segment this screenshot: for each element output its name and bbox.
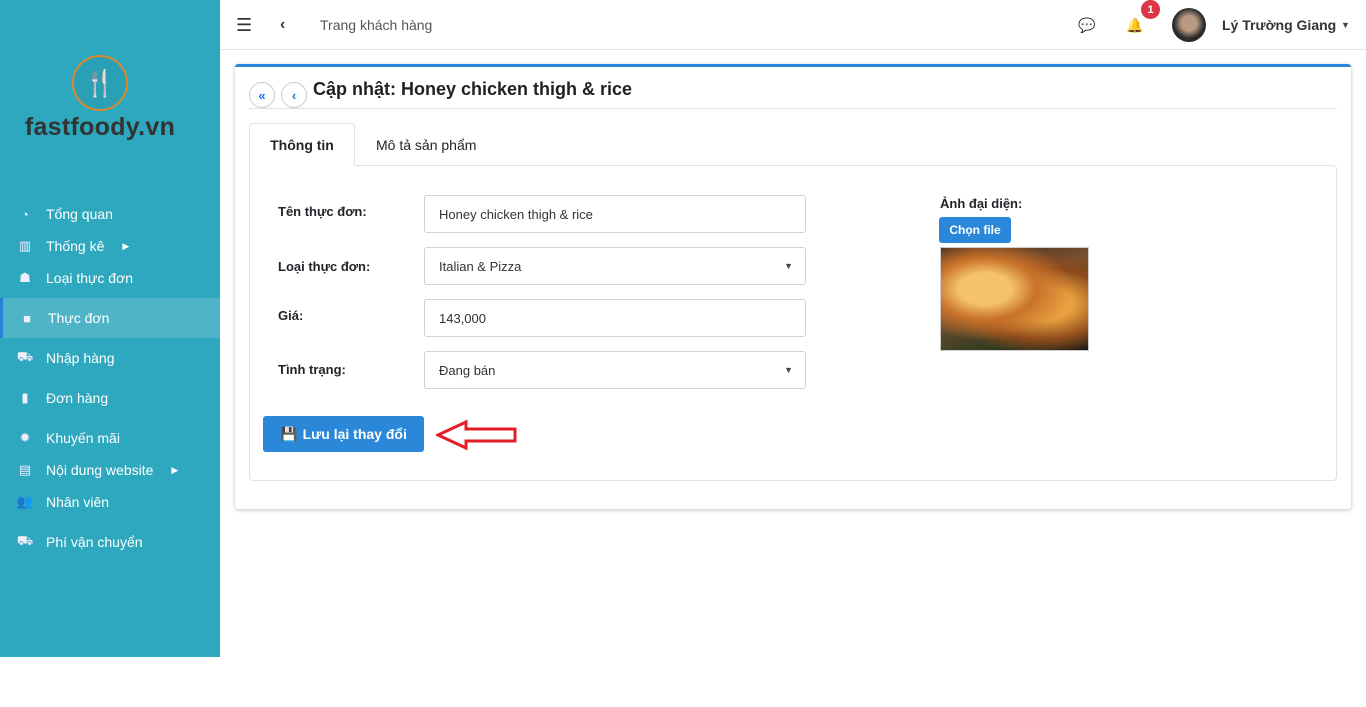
hamburger-menu-icon[interactable]: ☰ <box>236 0 252 50</box>
user-name[interactable]: Lý Trường Giang <box>1222 0 1336 50</box>
sidebar: 🍴 fastfoody.vn ◔ Tổng quan ▥ Thống kê ▶ ☗ Lo… <box>0 0 220 657</box>
sidebar-item-label: Loại thực đơn <box>46 270 134 286</box>
back-button[interactable]: ‹ <box>281 82 307 108</box>
product-image <box>940 247 1089 351</box>
sidebar-item-label: Nhập hàng <box>46 350 115 366</box>
name-value: Honey chicken thigh & rice <box>439 206 593 222</box>
category-select[interactable]: Italian & Pizza ▼ <box>424 247 806 285</box>
page-title: Cập nhật: Honey chicken thigh & rice <box>313 79 633 99</box>
tab-mo-ta-san-pham[interactable]: Mô tả sản phẩm <box>356 123 496 166</box>
choose-file-button[interactable]: Chọn file <box>939 217 1011 243</box>
price-value: 143,000 <box>439 310 486 326</box>
save-label: Lưu lại thay đổi <box>302 426 407 442</box>
edit-card: « ‹ Cập nhật: Honey chicken thigh & rice… <box>235 64 1351 509</box>
image-label: Ảnh đại diện: <box>940 196 1023 211</box>
brand-name: fastfoody.vn <box>24 113 176 141</box>
clipboard-icon: ▮ <box>21 390 29 405</box>
dolly-icon: ⛟ <box>16 349 34 364</box>
notification-badge: 1 <box>1141 0 1160 19</box>
customer-page-link[interactable]: Trang khách hàng <box>320 0 432 50</box>
floppy-disk-icon: 💾 <box>280 425 298 442</box>
status-select[interactable]: Đang bán ▼ <box>424 351 806 389</box>
caret-right-icon: ▶ <box>122 240 130 251</box>
back-chevron-icon[interactable]: ‹ <box>280 0 285 50</box>
sidebar-item-label: Thực đơn <box>48 310 110 326</box>
name-label: Tên thực đơn: <box>278 204 367 219</box>
price-input[interactable]: 143,000 <box>424 299 806 337</box>
chart-bar-icon: ▥ <box>18 238 32 253</box>
price-label: Giá: <box>278 308 304 323</box>
sidebar-item-label: Phí vận chuyển <box>46 534 143 550</box>
certificate-icon: ✹ <box>19 430 31 445</box>
chef-hat-icon: 🍴 <box>72 55 128 111</box>
sidebar-item-loai-thuc-don[interactable]: ☗ Loại thực đơn <box>0 258 220 298</box>
avatar[interactable] <box>1172 8 1206 42</box>
sidebar-item-phi-van-chuyen[interactable]: ⛟ Phí vận chuyển <box>0 522 220 562</box>
status-label: Tình trạng: <box>278 362 346 377</box>
newspaper-icon: ▤ <box>18 462 32 477</box>
sidebar-item-thuc-don[interactable]: ■ Thực đơn <box>0 298 220 338</box>
sidebar-item-nhan-vien[interactable]: 👥 Nhân viên <box>0 482 220 522</box>
sidebar-item-label: Khuyến mãi <box>46 430 120 446</box>
save-button[interactable]: 💾 Lưu lại thay đổi <box>263 416 424 452</box>
tab-thong-tin[interactable]: Thông tin <box>249 123 355 166</box>
sitemap-icon: ☗ <box>19 270 31 285</box>
sidebar-item-label: Tổng quan <box>46 206 113 222</box>
tab-content: Tên thực đơn: Honey chicken thigh & rice… <box>249 165 1337 481</box>
brand-logo[interactable]: 🍴 fastfoody.vn <box>20 55 180 142</box>
sidebar-item-don-hang[interactable]: ▮ Đơn hàng <box>0 378 220 418</box>
truck-icon: ⛟ <box>16 533 34 548</box>
chevron-down-icon: ▼ <box>784 365 793 375</box>
sidebar-item-label: Nhân viên <box>46 494 110 510</box>
chevron-down-icon: ▼ <box>784 261 793 271</box>
double-back-button[interactable]: « <box>249 82 275 108</box>
status-value: Đang bán <box>439 362 496 378</box>
sidebar-item-label: Đơn hàng <box>46 390 109 406</box>
sidebar-item-label: Thống kê <box>46 238 105 254</box>
caret-right-icon: ▶ <box>171 464 179 475</box>
users-icon: 👥 <box>16 494 34 509</box>
comments-icon[interactable]: 💬 <box>1078 0 1095 50</box>
red-arrow-annotation <box>436 419 517 451</box>
user-dropdown-caret-icon[interactable]: ▼ <box>1341 0 1350 50</box>
tachometer-icon: ◔ <box>21 206 29 222</box>
sidebar-item-label: Nội dung website <box>46 462 154 478</box>
box-icon: ■ <box>23 310 31 326</box>
category-value: Italian & Pizza <box>439 258 522 274</box>
divider <box>249 108 1337 109</box>
name-input[interactable]: Honey chicken thigh & rice <box>424 195 806 233</box>
category-label: Loại thực đơn: <box>278 259 371 274</box>
sidebar-item-nhap-hang[interactable]: ⛟ Nhập hàng <box>0 338 220 378</box>
